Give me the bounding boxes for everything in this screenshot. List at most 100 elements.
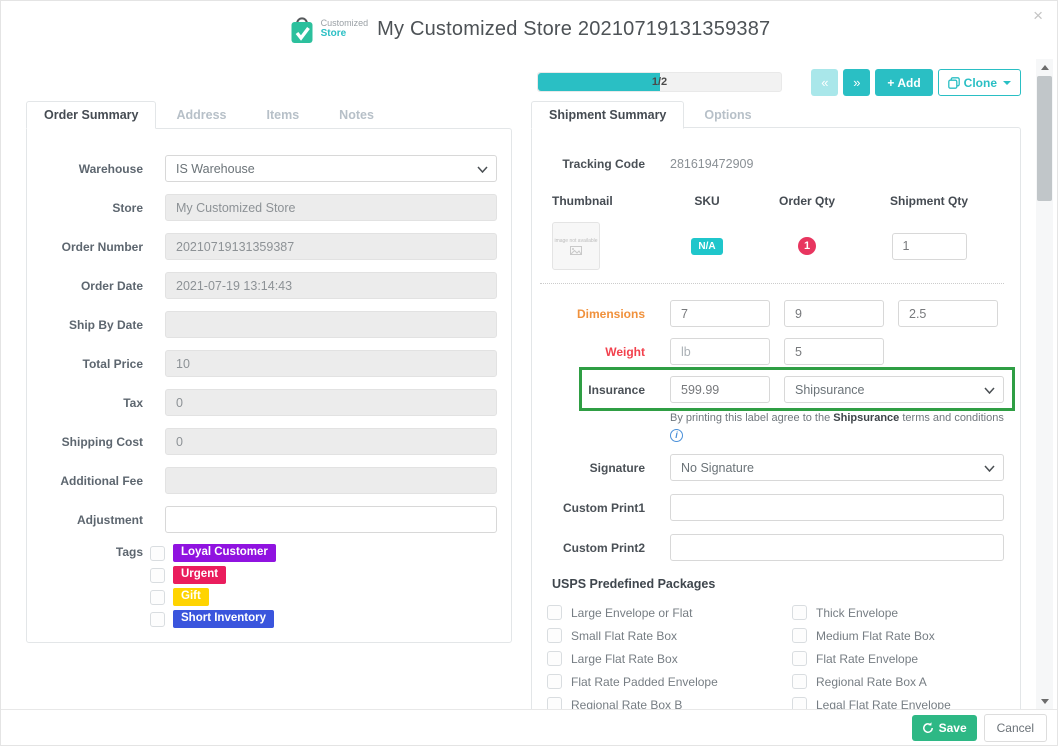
- tag-row-loyal-customer: Loyal Customer: [150, 543, 497, 563]
- tracking-code-row: Tracking Code 281619472909: [544, 150, 1004, 177]
- order-date-label: Order Date: [80, 278, 143, 293]
- order-number-field: [165, 233, 497, 260]
- usps-checkbox-flat-rate-envelope[interactable]: [792, 651, 807, 667]
- order-date-field: [165, 272, 497, 299]
- weight-unit-input[interactable]: [670, 338, 770, 365]
- vertical-scrollbar[interactable]: [1036, 59, 1053, 709]
- custom-print1-input[interactable]: [670, 494, 1004, 522]
- custom-print1-label: Custom Print1: [562, 500, 645, 515]
- insurance-section: Insurance Shipsurance: [544, 367, 1015, 411]
- additional-fee-label: Additional Fee: [60, 473, 143, 488]
- insurance-provider-select[interactable]: Shipsurance: [784, 376, 1004, 403]
- shipment-pager: 1/2 « » + Add Clone: [531, 69, 1021, 96]
- weight-value-input[interactable]: [784, 338, 884, 365]
- usps-checkbox-large-flat-rate-box[interactable]: [547, 651, 562, 667]
- usps-checkbox-legal-flat-rate-envelope[interactable]: [792, 697, 807, 709]
- adjustment-field[interactable]: [165, 506, 497, 533]
- signature-row: Signature No Signature: [544, 454, 1004, 482]
- order-number-label: Order Number: [61, 239, 143, 254]
- shipment-panel: 1/2 « » + Add Clone Shipment Summary Opt…: [531, 69, 1021, 709]
- items-table-header: Thumbnail SKU Order Qty Shipment Qty: [544, 191, 1004, 211]
- prev-shipment-button[interactable]: «: [811, 69, 839, 96]
- tag-row-urgent: Urgent: [150, 565, 497, 585]
- tag-checkbox-gift[interactable]: [150, 589, 165, 605]
- scroll-down-arrow[interactable]: [1036, 693, 1053, 709]
- signature-value: No Signature: [681, 460, 754, 475]
- sync-icon: [922, 721, 933, 733]
- dimension-height-input[interactable]: [898, 300, 998, 327]
- chevron-down-icon: [984, 465, 995, 473]
- additional-fee-row: Additional Fee: [47, 467, 497, 494]
- custom-print2-input[interactable]: [670, 534, 1004, 562]
- tab-options[interactable]: Options: [684, 102, 771, 128]
- close-icon[interactable]: ×: [1033, 7, 1043, 24]
- signature-select[interactable]: No Signature: [670, 454, 1004, 482]
- store-row: Store: [47, 194, 497, 221]
- ship-by-date-row: Ship By Date: [47, 311, 497, 338]
- chevron-down-icon: [984, 387, 995, 394]
- dimensions-row: Dimensions: [544, 300, 1004, 327]
- custom-print1-row: Custom Print1: [544, 494, 1004, 522]
- dimension-width-input[interactable]: [784, 300, 884, 327]
- scroll-up-arrow[interactable]: [1036, 59, 1053, 75]
- chevron-down-icon: [477, 166, 488, 173]
- total-price-field: [165, 350, 497, 377]
- usps-option-medium-flat-rate-box: Medium Flat Rate Box: [792, 624, 1004, 647]
- caret-down-icon: [1003, 80, 1011, 85]
- thumbnail-placeholder-text: image not available: [554, 237, 598, 244]
- tab-address[interactable]: Address: [156, 102, 246, 128]
- usps-checkbox-small-flat-rate-box[interactable]: [547, 628, 562, 644]
- tag-checkbox-loyal-customer[interactable]: [150, 545, 165, 561]
- warehouse-label: Warehouse: [78, 161, 143, 176]
- tab-notes[interactable]: Notes: [319, 102, 394, 128]
- shipping-cost-row: Shipping Cost: [47, 428, 497, 455]
- tag-checkbox-urgent[interactable]: [150, 567, 165, 583]
- clone-shipment-button[interactable]: Clone: [937, 69, 1021, 96]
- warehouse-select[interactable]: IS Warehouse: [165, 155, 497, 182]
- usps-checkbox-regional-rate-box-b[interactable]: [547, 697, 562, 709]
- logo-text-customized: Customized: [320, 18, 369, 28]
- tab-shipment-summary[interactable]: Shipment Summary: [531, 101, 685, 129]
- save-button[interactable]: Save: [911, 714, 977, 741]
- tab-order-summary[interactable]: Order Summary: [26, 101, 157, 129]
- usps-option-regional-rate-box-b: Regional Rate Box B: [547, 693, 792, 709]
- shipment-summary-form: Tracking Code 281619472909 Thumbnail SKU…: [531, 127, 1021, 709]
- shopping-bag-icon: [291, 17, 313, 43]
- tag-checkbox-short-inventory[interactable]: [150, 611, 165, 627]
- order-number-row: Order Number: [47, 233, 497, 260]
- usps-checkbox-large-envelope-or-flat[interactable]: [547, 605, 562, 621]
- next-shipment-button[interactable]: »: [843, 69, 871, 96]
- tracking-code-value: 281619472909: [670, 156, 754, 171]
- order-panel: Order Summary Address Items Notes Wareho…: [26, 101, 512, 643]
- logo-text-store: Store: [320, 28, 347, 39]
- shipment-qty-input[interactable]: [891, 232, 967, 260]
- shipping-cost-label: Shipping Cost: [61, 434, 143, 449]
- usps-checkbox-regional-rate-box-a[interactable]: [792, 674, 807, 690]
- usps-packages-title: USPS Predefined Packages: [552, 577, 716, 592]
- info-icon[interactable]: i: [670, 428, 683, 442]
- order-shipment-modal: Customized Store My Customized Store 202…: [0, 0, 1058, 746]
- usps-checkbox-medium-flat-rate-box[interactable]: [792, 628, 807, 644]
- tab-items[interactable]: Items: [247, 102, 320, 128]
- tag-badge-loyal-customer: Loyal Customer: [173, 543, 276, 563]
- modal-footer: Save Cancel: [1, 709, 1057, 745]
- usps-packages-grid: Large Envelope or Flat Thick Envelope Sm…: [547, 601, 1004, 709]
- sku-na-badge: N/A: [691, 237, 723, 255]
- usps-option-regional-rate-box-a: Regional Rate Box A: [792, 670, 1004, 693]
- tax-row: Tax: [47, 389, 497, 416]
- insurance-amount-input[interactable]: [670, 376, 770, 403]
- cancel-button[interactable]: Cancel: [983, 713, 1047, 742]
- page-title: My Customized Store 20210719131359387: [377, 17, 771, 40]
- item-thumbnail: image not available: [552, 222, 600, 270]
- custom-print2-label: Custom Print2: [562, 540, 645, 555]
- usps-checkbox-flat-rate-padded-envelope[interactable]: [547, 674, 562, 690]
- shipment-items-table: Thumbnail SKU Order Qty Shipment Qty ima…: [544, 191, 1004, 271]
- section-divider: [540, 283, 1004, 284]
- usps-option-flat-rate-padded-envelope: Flat Rate Padded Envelope: [547, 670, 792, 693]
- usps-checkbox-thick-envelope[interactable]: [792, 605, 807, 621]
- add-shipment-button[interactable]: + Add: [875, 69, 933, 96]
- scrollbar-thumb[interactable]: [1037, 76, 1052, 201]
- dimension-length-input[interactable]: [670, 300, 770, 327]
- usps-option-large-envelope-or-flat: Large Envelope or Flat: [547, 601, 792, 624]
- item-row: image not available N/A 1: [544, 221, 1004, 271]
